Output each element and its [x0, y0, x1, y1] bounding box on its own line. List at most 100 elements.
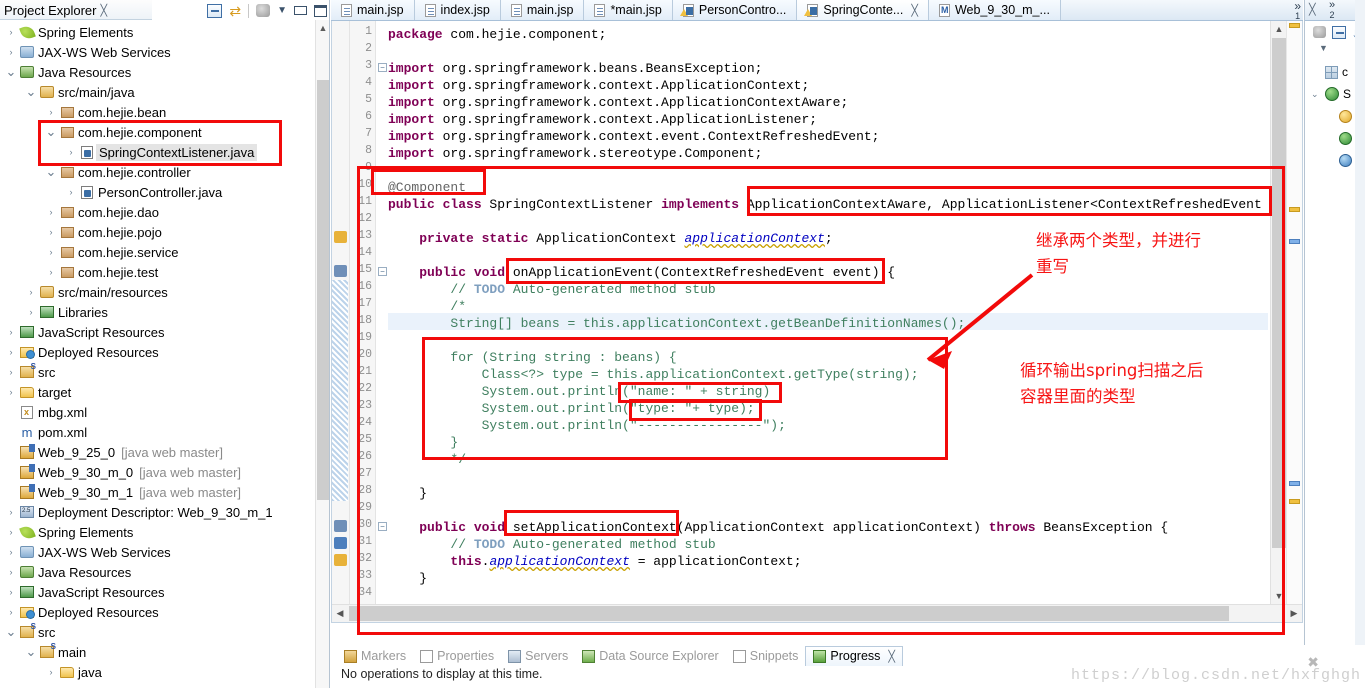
tree-item[interactable]: ⌄ main: [0, 642, 315, 662]
task-marker-icon[interactable]: [334, 537, 347, 549]
view-menu-icon[interactable]: [256, 4, 271, 17]
chevron-down-icon[interactable]: ⌄: [4, 625, 18, 638]
bottom-view-tab[interactable]: Markers: [337, 647, 413, 665]
editor-tab[interactable]: index.jsp: [414, 0, 501, 20]
chevron-down-icon[interactable]: ⌄: [4, 65, 18, 78]
scroll-right-icon[interactable]: ▶: [1286, 605, 1302, 622]
close-icon[interactable]: ╳: [100, 4, 107, 17]
editor-marker-gutter[interactable]: [332, 21, 350, 622]
fold-toggle-icon[interactable]: −: [378, 267, 387, 276]
chevron-right-icon[interactable]: ›: [44, 267, 58, 277]
warning-marker-icon[interactable]: [334, 554, 347, 566]
chevron-right-icon[interactable]: ›: [4, 387, 18, 397]
override-marker-icon[interactable]: [334, 265, 347, 277]
tree-item[interactable]: › Java Resources: [0, 562, 315, 582]
editor-tab[interactable]: SpringConte... ╳: [797, 0, 929, 20]
tree-item[interactable]: pom.xml: [0, 422, 315, 442]
scroll-down-icon[interactable]: ▼: [1271, 588, 1287, 604]
tree-item[interactable]: › target: [0, 382, 315, 402]
editor-tab[interactable]: *main.jsp: [584, 0, 673, 20]
project-explorer-tab[interactable]: Project Explorer ╳: [0, 0, 152, 20]
chevron-right-icon[interactable]: ›: [4, 47, 18, 57]
editor-tab[interactable]: main.jsp: [500, 0, 585, 20]
editor-tabbar[interactable]: main.jsp index.jsp main.jsp *main.jsp Person…: [331, 0, 1303, 21]
chevron-right-icon[interactable]: ›: [4, 367, 18, 377]
tree-item[interactable]: › Deployed Resources: [0, 342, 315, 362]
tree-item[interactable]: › java: [0, 662, 315, 682]
chevron-right-icon[interactable]: ›: [4, 587, 18, 597]
editor-overview-ruler[interactable]: [1286, 21, 1302, 604]
editor-folding-gutter[interactable]: − − −: [376, 21, 388, 622]
ruler-marker-warning[interactable]: [1289, 499, 1300, 504]
tree-item[interactable]: › JAX-WS Web Services: [0, 542, 315, 562]
tree-item[interactable]: › com.hejie.service: [0, 242, 315, 262]
chevron-right-icon[interactable]: ›: [4, 347, 18, 357]
chevron-right-icon[interactable]: ›: [64, 147, 78, 157]
editor-tab[interactable]: main.jsp: [331, 0, 415, 20]
link-with-editor-icon[interactable]: ⇄: [229, 4, 241, 18]
tree-item[interactable]: › JavaScript Resources: [0, 582, 315, 602]
tree-item[interactable]: Web_9_30_m_0 [java web master]: [0, 462, 315, 482]
tree-item[interactable]: › PersonController.java: [0, 182, 315, 202]
tree-item[interactable]: › SpringContextListener.java: [0, 142, 315, 162]
chevron-down-icon[interactable]: ⌄: [44, 125, 58, 138]
maximize-view-icon[interactable]: [314, 4, 327, 17]
tree-item[interactable]: ⌄ com.hejie.component: [0, 122, 315, 142]
minimize-icon[interactable]: ▼: [277, 5, 287, 16]
explorer-scroll-thumb[interactable]: [317, 80, 329, 500]
bottom-view-tab[interactable]: Properties: [413, 647, 501, 665]
chevron-right-icon[interactable]: ›: [44, 227, 58, 237]
tree-item[interactable]: mbg.xml: [0, 402, 315, 422]
project-tree[interactable]: › Spring Elements › JAX-WS Web Services ⌄ Jav…: [0, 20, 315, 688]
chevron-right-icon[interactable]: ›: [44, 207, 58, 217]
tree-item[interactable]: › JAX-WS Web Services: [0, 42, 315, 62]
chevron-right-icon[interactable]: ›: [44, 247, 58, 257]
scroll-up-icon[interactable]: ▲: [316, 20, 330, 36]
chevron-right-icon[interactable]: ›: [4, 567, 18, 577]
tab-overflow-indicator[interactable]: » 1: [1294, 0, 1301, 21]
editor-source-text[interactable]: package com.hejie.component; import org.…: [388, 25, 1268, 604]
tree-item[interactable]: › src: [0, 362, 315, 382]
chevron-right-icon[interactable]: ›: [4, 607, 18, 617]
chevron-right-icon[interactable]: ›: [4, 327, 18, 337]
tree-item[interactable]: › Libraries: [0, 302, 315, 322]
tree-item[interactable]: › com.hejie.test: [0, 262, 315, 282]
tree-item[interactable]: › Deployment Descriptor: Web_9_30_m_1: [0, 502, 315, 522]
bottom-view-tab[interactable]: Progress ╳: [805, 646, 904, 666]
scroll-left-icon[interactable]: ◀: [332, 605, 348, 622]
sort-icon[interactable]: [1313, 26, 1326, 38]
minimize-view-icon[interactable]: [294, 6, 307, 15]
chevron-right-icon[interactable]: ›: [24, 307, 38, 317]
chevron-right-icon[interactable]: ›: [44, 667, 58, 677]
editor-tab[interactable]: PersonContro...: [672, 0, 798, 20]
tree-item[interactable]: ⌄ com.hejie.controller: [0, 162, 315, 182]
fold-toggle-icon[interactable]: −: [378, 63, 387, 72]
bottom-view-tab[interactable]: Data Source Explorer: [575, 647, 726, 665]
chevron-right-icon[interactable]: ›: [4, 547, 18, 557]
warning-marker-icon[interactable]: [334, 231, 347, 243]
collapse-all-icon[interactable]: [207, 3, 223, 18]
tree-item[interactable]: Web_9_25_0 [java web master]: [0, 442, 315, 462]
tree-item[interactable]: › Spring Elements: [0, 522, 315, 542]
close-icon[interactable]: ╳: [1309, 3, 1316, 16]
tree-item[interactable]: › JavaScript Resources: [0, 322, 315, 342]
tree-item[interactable]: ⌄ src: [0, 622, 315, 642]
code-editor[interactable]: 1 2 3 4 5 6 7 8 9 10 11 12 13 14 15 16 17 18 19 20 21 22 23 24 2…: [331, 21, 1303, 623]
close-icon[interactable]: ╳: [911, 4, 918, 17]
chevron-right-icon[interactable]: ›: [4, 507, 18, 517]
explorer-scrollbar[interactable]: ▲: [315, 20, 329, 688]
tree-item[interactable]: › Deployed Resources: [0, 602, 315, 622]
tree-item[interactable]: › com.hejie.dao: [0, 202, 315, 222]
editor-horizontal-scrollbar[interactable]: ◀ ▶: [332, 604, 1302, 622]
chevron-right-icon[interactable]: ›: [44, 107, 58, 117]
chevron-right-icon[interactable]: ›: [4, 27, 18, 37]
editor-tab[interactable]: Web_9_30_m_...: [928, 0, 1061, 20]
chevron-down-icon[interactable]: ⌄: [44, 165, 58, 178]
ruler-marker-warning[interactable]: [1289, 23, 1300, 28]
tab-overflow-indicator[interactable]: » 2: [1329, 0, 1335, 20]
override-marker-icon[interactable]: [334, 520, 347, 532]
tree-item[interactable]: ⌄ Java Resources: [0, 62, 315, 82]
tree-item[interactable]: Web_9_30_m_1 [java web master]: [0, 482, 315, 502]
chevron-right-icon[interactable]: ›: [64, 187, 78, 197]
chevron-down-icon[interactable]: ⌄: [24, 645, 38, 658]
